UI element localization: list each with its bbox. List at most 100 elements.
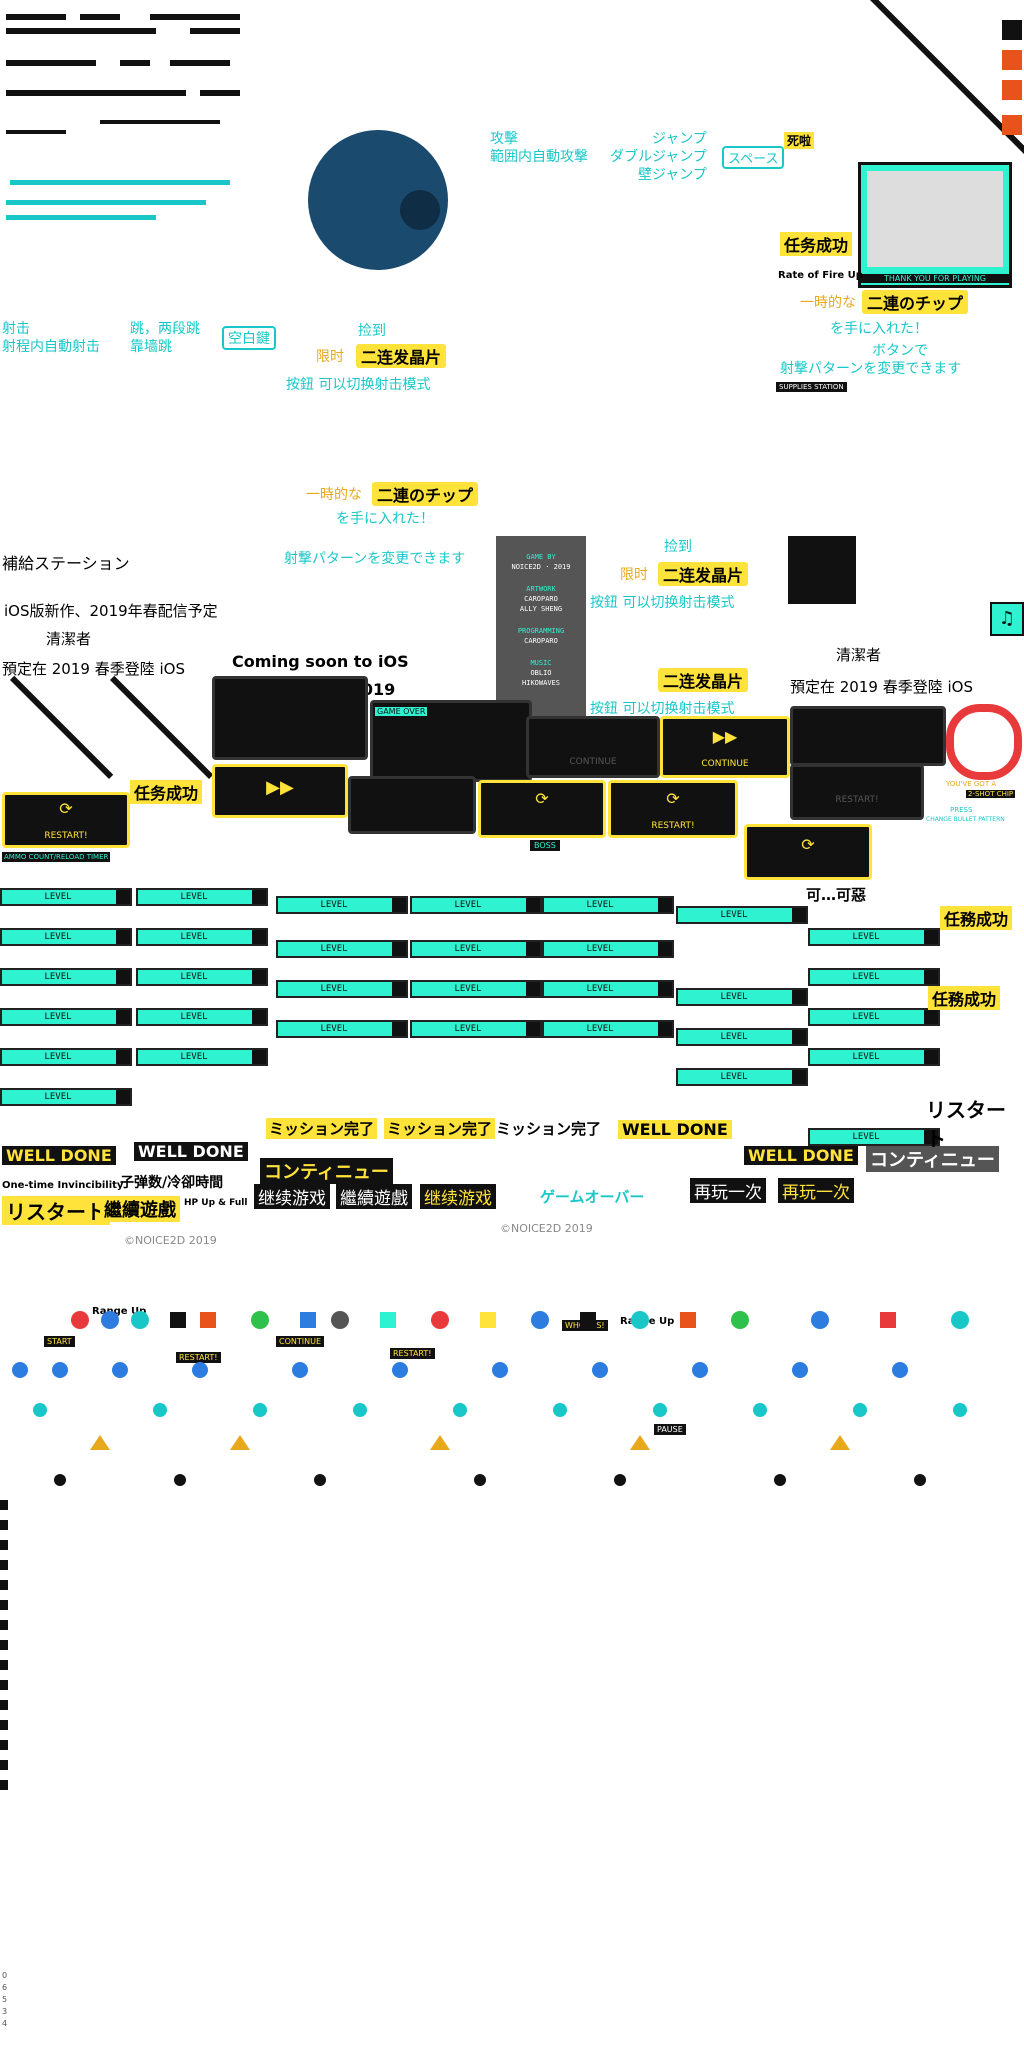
- restart-panel[interactable]: ⟳ RESTART!: [2, 792, 130, 848]
- level-bar: LEVEL: [808, 968, 940, 986]
- level-bar: LEVEL: [410, 940, 542, 958]
- level-bar: LEVEL: [136, 1048, 268, 1066]
- clean-tw-right: 清潔者: [836, 646, 882, 664]
- continue-label-dark: CONTINUE: [569, 757, 617, 767]
- credits-music-name: OBLIO HIKOWAVES: [522, 669, 560, 687]
- level-bar: LEVEL: [0, 888, 132, 906]
- credits-studio: NOICE2D · 2019: [511, 563, 571, 571]
- attack-label-jp: 攻擊 範囲内自動攻撃: [490, 131, 588, 165]
- well-done-label: WELL DONE: [2, 1146, 116, 1165]
- credits-artwork: ARTWORK: [526, 585, 556, 593]
- music-icon: ♫: [990, 602, 1024, 636]
- well-done-dark: WELL DONE: [744, 1146, 858, 1165]
- switch-pattern-jp: 射撃パターンを変更できます: [780, 361, 962, 377]
- double-chip-right: 二连发晶片: [658, 562, 749, 586]
- pause-panel: [212, 676, 368, 760]
- empty-panel: [790, 706, 946, 766]
- level-bar: LEVEL: [410, 1020, 542, 1038]
- dead-label: 死啦: [784, 132, 815, 149]
- pixel-font-glyphs: [0, 0, 320, 255]
- level-bar: LEVEL: [542, 940, 674, 958]
- continue-icon: ▶▶: [712, 727, 738, 746]
- blank-panel: [348, 776, 476, 834]
- level-bar: LEVEL: [136, 968, 268, 986]
- clean-tw: 清潔者: [46, 630, 92, 648]
- level-bar: LEVEL: [410, 980, 542, 998]
- temp-chip-jp: 一時的な: [800, 295, 856, 311]
- supply-station-label: 補給ステーション: [2, 554, 130, 573]
- continue-cn: 继续游戏: [254, 1184, 330, 1209]
- shop-label: SUPPLIES STATION: [776, 382, 847, 392]
- credits-programming: PROGRAMMING: [517, 627, 565, 635]
- restart-label-dark: RESTART!: [835, 795, 879, 805]
- continue-tw: 繼續遊戲: [100, 1196, 180, 1222]
- continue-cn-yellow: 继续游戏: [420, 1184, 496, 1209]
- thank-you-panel: THANK YOU FOR PLAYING: [858, 162, 1012, 288]
- one-time-inv: One-time Invincibility: [2, 1180, 124, 1191]
- shoot-label-cn: 射击 射程内自動射击: [2, 321, 100, 355]
- got-it-jp: を手に入れた！: [830, 321, 928, 337]
- restart-panel-2[interactable]: ⟳: [478, 780, 606, 838]
- mission-complete-cn: 任务成功: [780, 232, 853, 256]
- level-bar: LEVEL: [676, 1028, 808, 1046]
- mission-ok-jp-2: 任務成功: [928, 986, 1001, 1010]
- level-bar: LEVEL: [136, 1008, 268, 1026]
- noice-copyright: ©NOICE2D 2019: [124, 1234, 217, 1247]
- play-again-cn-yellow: 再玩一次: [778, 1178, 854, 1203]
- thank-you-label: THANK YOU FOR PLAYING: [861, 274, 1009, 283]
- mission-complete-cn-2: 任务成功: [130, 780, 203, 804]
- level-bar: LEVEL: [276, 940, 408, 958]
- game-over-panel: GAME OVER: [370, 700, 532, 782]
- level-bar: LEVEL: [410, 896, 542, 914]
- level-bar: LEVEL: [676, 1068, 808, 1086]
- game-over-jp: ゲームオーバー: [540, 1188, 645, 1206]
- double-chip-jp-mid: 二連のチップ: [372, 482, 479, 506]
- diagonal-pole: [10, 675, 114, 779]
- play-panel[interactable]: ▶▶: [212, 764, 348, 818]
- switch-mode-right: 按鈕 可以切换射击模式: [590, 595, 735, 611]
- continue-tw-2: 繼續遊戲: [336, 1184, 412, 1209]
- change-bullet-label: CHANGE BULLET PATTERN: [926, 816, 1005, 823]
- continue-panel-dark: CONTINUE: [526, 716, 660, 778]
- space-key-cn: 空白鍵: [222, 326, 276, 350]
- level-bar: LEVEL: [136, 888, 268, 906]
- restart-panel-dark: RESTART!: [790, 764, 924, 820]
- level-bar: LEVEL: [542, 980, 674, 998]
- button-jp: ボタンで: [872, 343, 928, 359]
- double-chip-jp: 二連のチップ: [862, 290, 969, 314]
- well-done-label-2: WELL DONE: [134, 1142, 248, 1161]
- level-bar: LEVEL: [136, 928, 268, 946]
- mission-complete-jp: ミッション完了: [266, 1118, 378, 1139]
- level-bars: LEVEL LEVEL LEVEL LEVEL LEVEL LEVEL LEVE…: [0, 860, 1024, 1150]
- temp-chip-jp-mid: 一時的な: [306, 487, 362, 503]
- lamp-icon: [1002, 115, 1022, 135]
- boss-label: BOSS: [530, 840, 560, 851]
- black-square: [788, 536, 856, 604]
- switch-mode-label: 按鈕 可以切换射击模式: [286, 377, 431, 393]
- restart-icon-big: ⟳: [801, 835, 815, 854]
- credits-game-by: GAME BY: [526, 553, 556, 561]
- play-icon: ▶▶: [266, 777, 294, 798]
- restart-icon-3: ⟳: [666, 789, 680, 808]
- level-bar: LEVEL: [676, 906, 808, 924]
- ios-release-jp: iOS版新作、2019年春配信予定: [4, 602, 218, 620]
- lamp-icon: [1002, 20, 1022, 40]
- continue-panel[interactable]: ▶▶ CONTINUE: [660, 716, 790, 778]
- mission-complete-jp-2: ミッション完了: [384, 1118, 496, 1139]
- switch-mode-right-2: 按鈕 可以切换射击模式: [590, 701, 735, 717]
- mission-complete-jp-3: ミッション完了: [496, 1120, 602, 1138]
- planet-crater: [400, 190, 440, 230]
- continue-jp: コンティニュー: [260, 1158, 393, 1184]
- level-bar: LEVEL: [276, 896, 408, 914]
- temp-chip-label: 限时: [316, 349, 344, 365]
- restart-label-3: RESTART!: [651, 821, 695, 831]
- level-bar: LEVEL: [0, 1048, 132, 1066]
- mission-ok-jp: 任務成功: [940, 906, 1013, 930]
- continue-label: CONTINUE: [701, 759, 749, 769]
- jump-label-cn: 跳，两段跳 靠墙跳: [130, 321, 200, 355]
- restart-panel-3[interactable]: ⟳ RESTART!: [608, 780, 738, 838]
- level-bar: LEVEL: [808, 1008, 940, 1026]
- restart-jp-right: リスタート: [926, 1098, 1006, 1151]
- icon-sprite-field: [0, 1290, 1024, 1500]
- space-key: スペース: [722, 146, 785, 169]
